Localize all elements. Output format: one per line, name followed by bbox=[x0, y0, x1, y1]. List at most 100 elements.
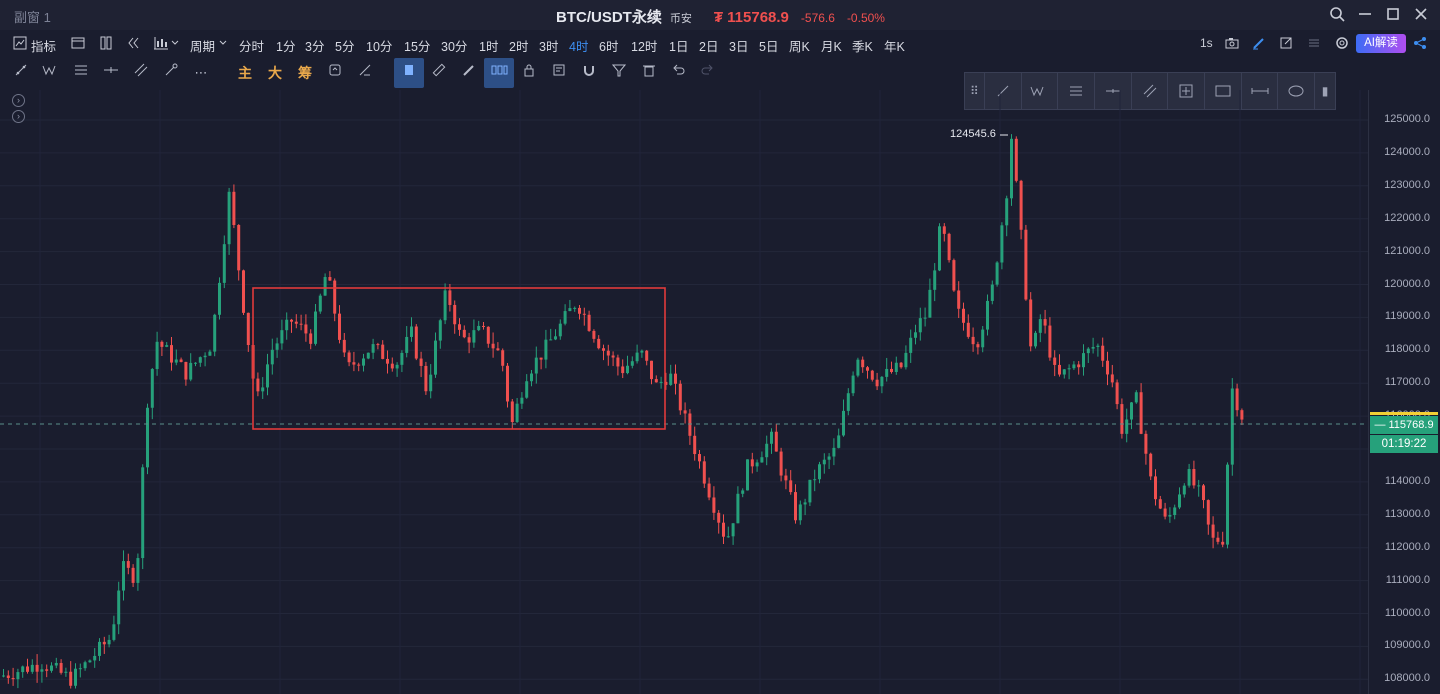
tf-2h[interactable]: 2时 bbox=[509, 36, 528, 55]
tf-year[interactable]: 年K bbox=[884, 36, 905, 55]
candle-body bbox=[381, 344, 385, 359]
candle-body bbox=[477, 325, 481, 331]
candle-body bbox=[458, 324, 461, 330]
candle-body bbox=[107, 639, 111, 645]
period-button[interactable]: 周期 bbox=[190, 36, 215, 55]
undo-icon[interactable] bbox=[667, 62, 689, 84]
minimize-icon[interactable] bbox=[1356, 5, 1374, 23]
more-icon[interactable]: ⋯ bbox=[190, 62, 212, 84]
tf-fenshi[interactable]: 分时 bbox=[239, 36, 264, 55]
tf-5m[interactable]: 5分 bbox=[335, 36, 354, 55]
tf-3d[interactable]: 3日 bbox=[729, 36, 748, 55]
candle-body bbox=[827, 456, 831, 460]
eraser-icon[interactable] bbox=[354, 62, 376, 84]
candle-body bbox=[587, 314, 591, 331]
tf-10m[interactable]: 10分 bbox=[366, 36, 392, 55]
tf-30m[interactable]: 30分 bbox=[441, 36, 467, 55]
popout-icon[interactable] bbox=[1278, 36, 1294, 52]
candle-body bbox=[573, 307, 577, 309]
magnet-icon[interactable] bbox=[578, 62, 600, 84]
tf-2d[interactable]: 2日 bbox=[699, 36, 718, 55]
tf-1h[interactable]: 1时 bbox=[479, 36, 498, 55]
fib-tool-icon[interactable] bbox=[70, 62, 92, 84]
tf-6h[interactable]: 6时 bbox=[599, 36, 618, 55]
chart-canvas[interactable] bbox=[0, 90, 1368, 694]
symbol-name[interactable]: BTC/USDT永续 bbox=[556, 6, 662, 27]
big-order-button[interactable]: 大 bbox=[264, 62, 286, 84]
magnet-grid-icon[interactable] bbox=[484, 58, 514, 88]
candle-body bbox=[1235, 388, 1239, 411]
tf-5d[interactable]: 5日 bbox=[759, 36, 778, 55]
sync-icon[interactable] bbox=[324, 62, 346, 84]
expand-icon[interactable]: › bbox=[12, 94, 25, 107]
hline-tool-icon[interactable] bbox=[100, 62, 122, 84]
candle-body bbox=[98, 641, 101, 656]
candle-body bbox=[1096, 345, 1100, 347]
y-tick-label: 121000.0 bbox=[1384, 244, 1430, 257]
maximize-icon[interactable] bbox=[1384, 5, 1402, 23]
trash-icon[interactable] bbox=[638, 62, 660, 84]
candle-body bbox=[131, 567, 135, 583]
layout-icon[interactable] bbox=[70, 36, 86, 52]
bookmark-icon[interactable] bbox=[394, 58, 424, 88]
tf-15m[interactable]: 15分 bbox=[404, 36, 430, 55]
rewind-icon[interactable] bbox=[125, 36, 141, 52]
settings-icon[interactable] bbox=[1334, 36, 1350, 52]
close-icon[interactable] bbox=[1412, 5, 1430, 23]
camera-icon[interactable] bbox=[1224, 36, 1240, 52]
chips-button[interactable]: 筹 bbox=[294, 62, 316, 84]
candle-body bbox=[270, 349, 274, 365]
candle-body bbox=[366, 352, 370, 359]
refresh-interval[interactable]: 1s bbox=[1200, 36, 1213, 50]
indicator-icon[interactable] bbox=[12, 36, 28, 52]
list-icon[interactable] bbox=[1306, 36, 1322, 52]
candle-body bbox=[765, 443, 769, 458]
lock-icon[interactable] bbox=[518, 62, 540, 84]
channel-tool-icon[interactable] bbox=[130, 62, 152, 84]
candle-body bbox=[472, 330, 476, 343]
tf-3h[interactable]: 3时 bbox=[539, 36, 558, 55]
candle-body bbox=[496, 348, 500, 351]
pen-icon[interactable] bbox=[1251, 36, 1267, 52]
y-tick-label: 108000.0 bbox=[1384, 672, 1430, 685]
candle-body bbox=[285, 319, 289, 331]
candle-body bbox=[208, 351, 212, 356]
tf-1m[interactable]: 1分 bbox=[276, 36, 295, 55]
redo-icon[interactable] bbox=[697, 62, 719, 84]
candle-body bbox=[530, 373, 533, 382]
tf-month[interactable]: 月K bbox=[821, 36, 842, 55]
ai-analysis-button[interactable]: AI解读 bbox=[1356, 34, 1406, 53]
line-tool-icon[interactable] bbox=[10, 62, 32, 84]
note-icon[interactable] bbox=[548, 62, 570, 84]
wave-tool-icon[interactable] bbox=[40, 62, 62, 84]
candle-body bbox=[597, 338, 601, 349]
candle-body bbox=[904, 352, 908, 368]
candle-body bbox=[678, 383, 682, 411]
share-icon[interactable] bbox=[1412, 36, 1428, 52]
candle-body bbox=[808, 479, 812, 503]
indicator-button[interactable]: 指标 bbox=[31, 36, 56, 55]
ruler-icon[interactable] bbox=[428, 62, 450, 84]
tf-4h[interactable]: 4时 bbox=[569, 36, 588, 55]
tf-week[interactable]: 周K bbox=[789, 36, 810, 55]
multi-chart-icon[interactable] bbox=[98, 36, 114, 52]
price-axis[interactable]: 125000.0 124000.0 123000.0 122000.0 121000.0… bbox=[1368, 90, 1440, 694]
filter-icon[interactable] bbox=[608, 62, 630, 84]
candle-body bbox=[1014, 138, 1018, 181]
chevron-down-icon[interactable] bbox=[215, 36, 231, 52]
brush-tool-icon[interactable] bbox=[160, 62, 182, 84]
tf-1d[interactable]: 1日 bbox=[669, 36, 688, 55]
highlighter-icon[interactable] bbox=[458, 62, 480, 84]
candle-body bbox=[64, 671, 68, 673]
tf-12h[interactable]: 12时 bbox=[631, 36, 657, 55]
main-force-button[interactable]: 主 bbox=[234, 62, 256, 84]
candlestick-chart[interactable] bbox=[0, 90, 1368, 694]
candle-body bbox=[731, 523, 735, 537]
search-icon[interactable] bbox=[1328, 5, 1346, 23]
expand-icon-2[interactable]: › bbox=[12, 110, 25, 123]
tf-3m[interactable]: 3分 bbox=[305, 36, 324, 55]
last-price: ₮ 115768.9 bbox=[713, 9, 789, 26]
candle-body bbox=[16, 672, 20, 680]
tf-quarter[interactable]: 季K bbox=[852, 36, 873, 55]
chart-type-icon[interactable] bbox=[152, 36, 180, 52]
